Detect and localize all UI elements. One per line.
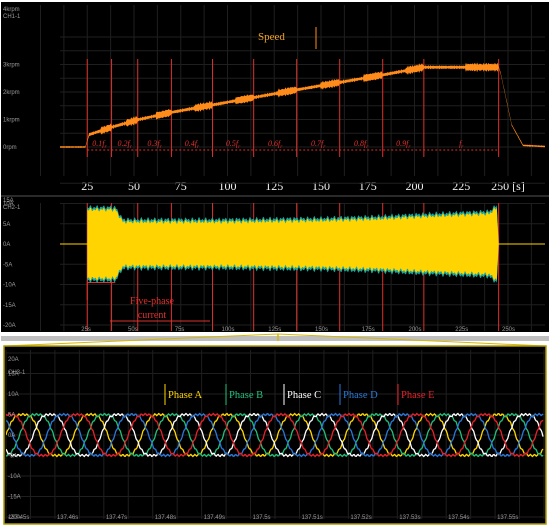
speed-xtick: 150 [312, 179, 330, 193]
five-phase-label-line1: Five-phase [130, 296, 174, 307]
phase-ytick: -5A [8, 454, 17, 460]
current-xtick: 225s [455, 327, 468, 333]
speed-channel-label: CH1-1 [3, 14, 21, 20]
current-ytick: -5A [3, 262, 12, 268]
speed-ytick-4k: 4krpm [3, 7, 20, 13]
speed-xtick: 125 [265, 179, 283, 193]
phase-ytick: 5A [8, 413, 15, 419]
current-xtick: 100s [222, 327, 235, 333]
phase-ytick: 20A [8, 357, 19, 363]
speed-xtick: 250 [s] [491, 179, 525, 193]
phase-xtick: 137.52s [350, 515, 371, 521]
five-phase-label-line2: current [138, 310, 167, 321]
legend-label-phase-a: Phase A [168, 390, 203, 401]
phase-ytick: 10A [8, 392, 19, 398]
current-xtick: 25s [81, 327, 91, 333]
current-ytick: 0A [3, 242, 10, 248]
current-xtick: 200s [409, 327, 422, 333]
speed-xtick: 50 [128, 179, 140, 193]
speed-xtick: 175 [359, 179, 377, 193]
phase-xtick: 137.51s [301, 515, 322, 521]
phase-xtick: 137.53s [399, 515, 420, 521]
current-xtick: 50s [128, 327, 138, 333]
current-ytick: -20A [3, 323, 16, 329]
phase-xtick: 137.54s [448, 515, 469, 521]
current-xtick: 125s [268, 327, 281, 333]
current-xtick: 75s [175, 327, 185, 333]
speed-xtick: 200 [406, 179, 424, 193]
current-xtick: 250s [502, 327, 515, 333]
oscilloscope-figure: 4krpm CH1-1 3krpm 2krpm 1krpm 0rpm Speed… [1, 2, 549, 525]
speed-xtick: 225 [452, 179, 470, 193]
current-ytick: 5A [3, 222, 10, 228]
phase-ytick: 0A [8, 433, 15, 439]
phase-ytick: -10A [8, 474, 21, 480]
zoom-scrollbar[interactable] [1, 336, 549, 341]
phase-xtick: 137.55s [497, 515, 518, 521]
phase-xtick: 137.45s [8, 515, 29, 521]
speed-ytick-2k: 2krpm [3, 90, 20, 96]
phase-xtick: 137.48s [155, 515, 176, 521]
legend-label-phase-d: Phase D [343, 390, 378, 401]
legend-label-phase-c: Phase C [287, 390, 321, 401]
upper-panel-background [1, 2, 549, 332]
current-xtick: 150s [315, 327, 328, 333]
speed-xtick: 75 [175, 179, 187, 193]
phase-xtick: 137.49s [204, 515, 225, 521]
phase-ytick: -15A [8, 495, 21, 501]
current-ytick: -10A [3, 283, 16, 289]
legend-label-phase-e: Phase E [401, 390, 435, 401]
legend-label-phase-b: Phase B [229, 390, 263, 401]
speed-ytick-0: 0rpm [3, 145, 17, 151]
phase-xtick: 137.5s [253, 515, 271, 521]
current-ytick: -15A [3, 303, 16, 309]
speed-ytick-1k: 1krpm [3, 118, 20, 124]
speed-ytick-3k: 3krpm [3, 63, 20, 69]
speed-xtick: 25 [81, 179, 93, 193]
speed-xtick: 100 [219, 179, 237, 193]
current-ytick: 10A [3, 202, 14, 208]
phase-xtick: 137.47s [106, 515, 127, 521]
phase-channel-label: CH3-1 [8, 370, 26, 376]
phase-xtick: 137.46s [57, 515, 78, 521]
speed-title: Speed [258, 31, 285, 43]
current-xtick: 175s [362, 327, 375, 333]
